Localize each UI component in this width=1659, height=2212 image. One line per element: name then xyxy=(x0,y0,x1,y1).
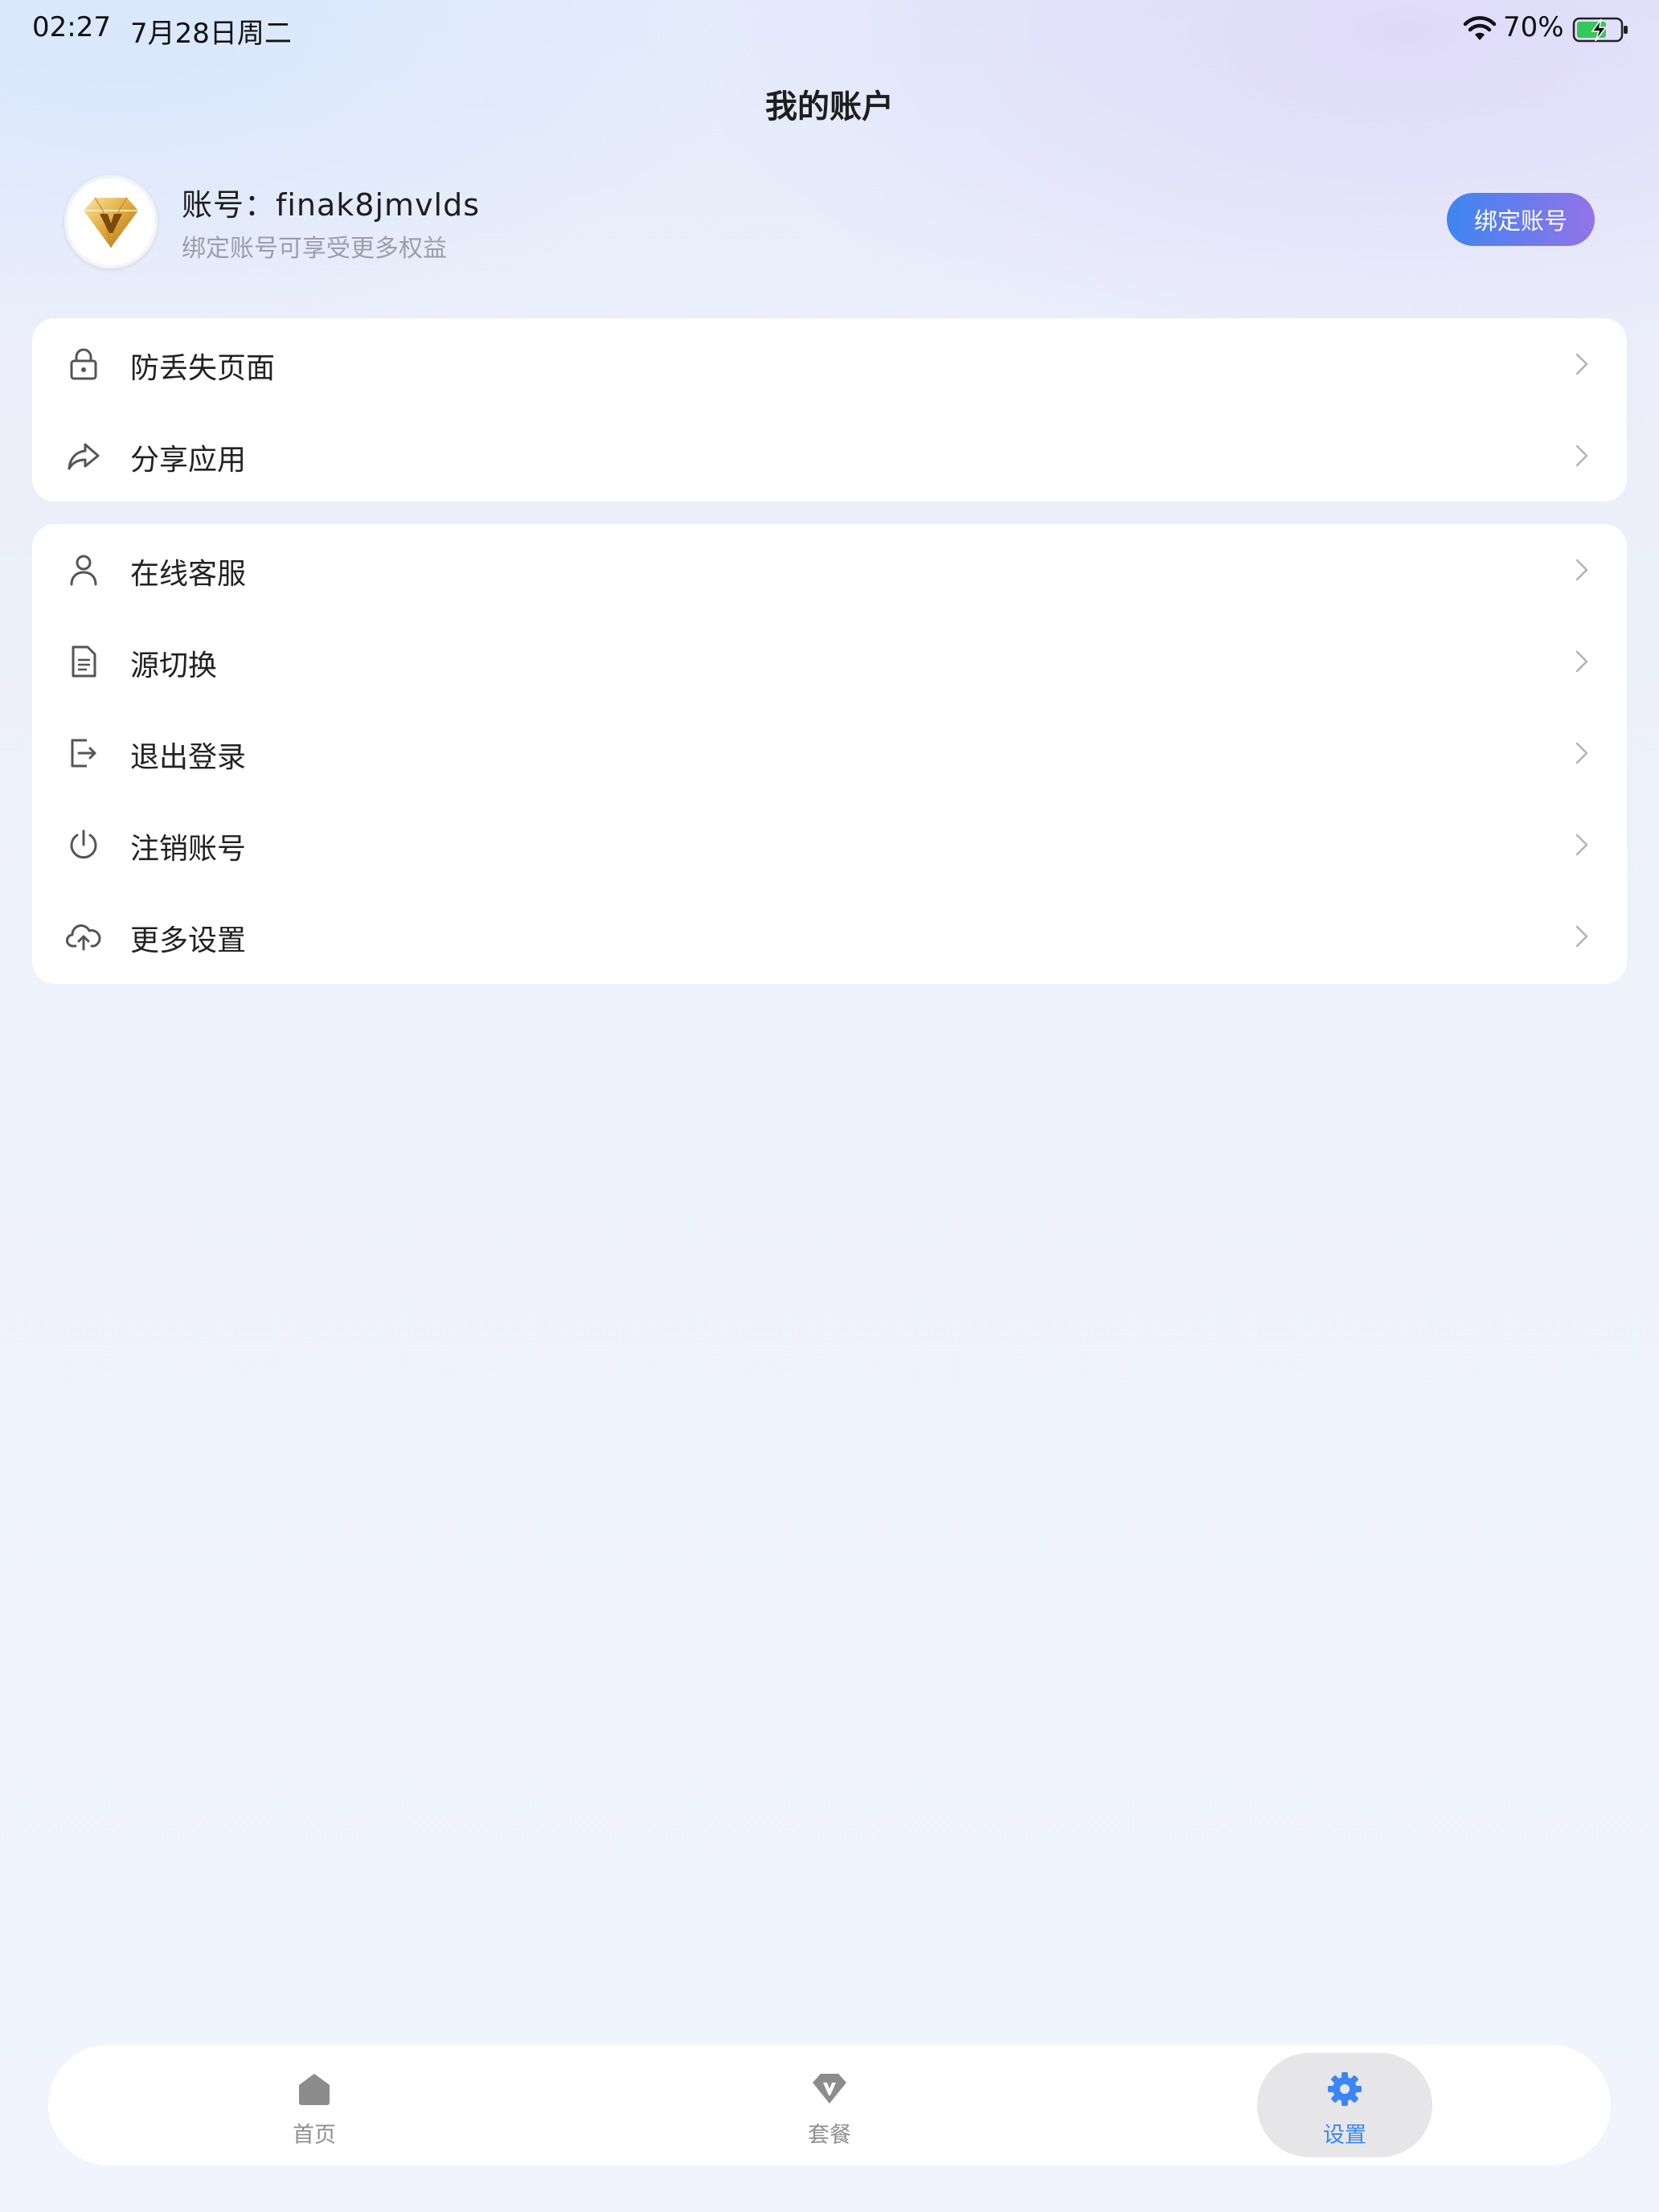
person-icon xyxy=(70,555,97,586)
menu-item-more-settings[interactable]: 更多设置 xyxy=(32,891,1627,982)
share-icon xyxy=(68,443,100,470)
tab-label: 首页 xyxy=(293,2123,336,2148)
menu-card-primary: 防丢失页面 分享应用 xyxy=(32,318,1627,502)
wifi-icon xyxy=(1463,16,1497,40)
menu-item-label: 分享应用 xyxy=(130,444,247,477)
menu-item-label: 退出登录 xyxy=(130,741,247,774)
menu-item-source-switch[interactable]: 源切换 xyxy=(32,616,1627,707)
lock-icon xyxy=(70,348,97,380)
menu-item-label: 更多设置 xyxy=(130,924,247,957)
tab-label: 设置 xyxy=(1323,2123,1366,2148)
tab-settings[interactable]: 设置 xyxy=(1257,2053,1432,2157)
menu-item-share-app[interactable]: 分享应用 xyxy=(32,410,1627,502)
tab-packages[interactable]: 套餐 xyxy=(742,2053,917,2157)
battery-charging-icon xyxy=(1572,17,1628,43)
vip-diamond-logo xyxy=(84,197,138,248)
cloud-upload-icon xyxy=(66,924,101,951)
chevron-right-icon xyxy=(1575,742,1588,764)
menu-item-label: 防丢失页面 xyxy=(130,352,276,385)
menu-card-secondary: 在线客服 源切换 退出登录 注销账号 更多设置 xyxy=(32,524,1627,984)
menu-item-anti-lost[interactable]: 防丢失页面 xyxy=(32,318,1627,410)
battery-percent: 70% xyxy=(1503,11,1564,43)
status-bar: 02:27 7月28日周二 70% xyxy=(0,0,1659,59)
account-name: 账号：finak8jmvlds xyxy=(182,187,481,223)
account-hint: 绑定账号可享受更多权益 xyxy=(182,235,447,263)
menu-item-label: 源切换 xyxy=(130,649,218,682)
menu-item-online-support[interactable]: 在线客服 xyxy=(32,524,1627,616)
menu-item-label: 注销账号 xyxy=(130,833,247,866)
chevron-right-icon xyxy=(1575,353,1588,375)
menu-item-label: 在线客服 xyxy=(130,558,247,591)
menu-item-delete-account[interactable]: 注销账号 xyxy=(32,799,1627,891)
chevron-right-icon xyxy=(1575,925,1588,948)
gear-icon xyxy=(1328,2072,1362,2106)
menu-item-logout[interactable]: 退出登录 xyxy=(32,707,1627,799)
logout-icon xyxy=(71,739,96,768)
document-icon xyxy=(72,645,96,678)
tab-label: 套餐 xyxy=(808,2123,851,2148)
page-title: 我的账户 xyxy=(765,88,894,125)
chevron-right-icon xyxy=(1575,834,1588,856)
home-icon xyxy=(299,2074,330,2105)
chevron-right-icon xyxy=(1575,444,1588,467)
chevron-right-icon xyxy=(1575,559,1588,581)
chevron-right-icon xyxy=(1575,650,1588,673)
power-icon xyxy=(70,830,97,859)
diamond-icon xyxy=(813,2074,846,2103)
avatar[interactable] xyxy=(64,175,158,268)
status-date: 7月28日周二 xyxy=(130,18,292,50)
status-time: 02:27 xyxy=(32,11,111,43)
bottom-nav: 首页 套餐 设置 xyxy=(48,2045,1611,2165)
bind-account-button[interactable]: 绑定账号 xyxy=(1447,193,1595,246)
tab-home[interactable]: 首页 xyxy=(227,2053,402,2157)
